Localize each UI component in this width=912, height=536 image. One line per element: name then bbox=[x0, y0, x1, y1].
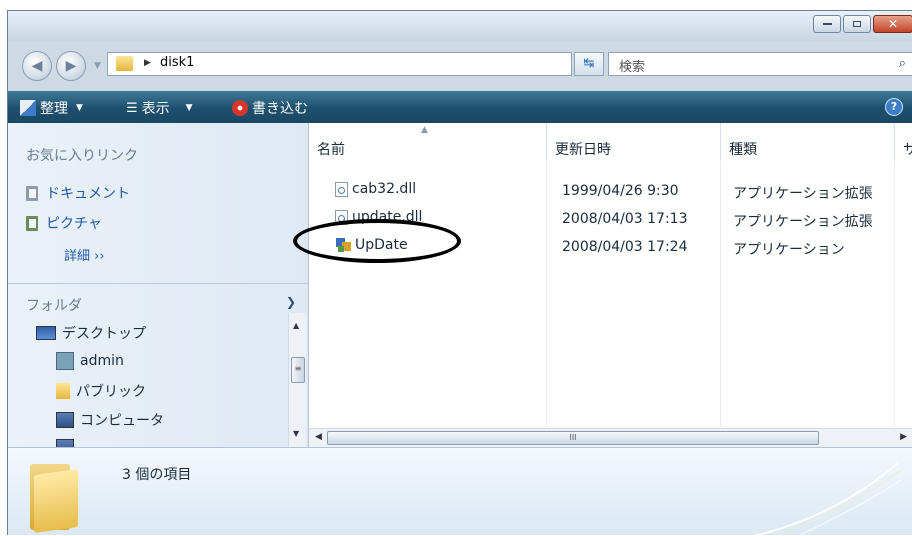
file-list: ▲ 名前 更新日時 種類 サ cab32.dll 1999/04/26 9:30… bbox=[309, 123, 912, 448]
scroll-right-icon[interactable]: ▶ bbox=[900, 432, 907, 442]
favorite-links-heading: お気に入りリンク bbox=[26, 148, 138, 164]
nav-link-pictures[interactable]: ピクチャ bbox=[26, 213, 102, 233]
column-header-size[interactable]: サ bbox=[895, 123, 912, 161]
file-list-horizontal-scrollbar[interactable]: ◀ III ▶ bbox=[309, 428, 912, 448]
file-modified: 1999/04/26 9:30 bbox=[562, 183, 679, 199]
column-divider bbox=[546, 161, 547, 427]
navigation-pane: お気に入りリンク ドキュメント ピクチャ 詳細 ›› フォルダ ❯ デスクトップ… bbox=[8, 123, 309, 447]
computer-icon bbox=[56, 412, 74, 428]
folders-heading[interactable]: フォルダ bbox=[26, 295, 82, 315]
tree-item-desktop[interactable]: デスクトップ bbox=[36, 323, 146, 343]
command-bar: 整理 ▼ ☰ 表示 ▼ 書き込む ? bbox=[8, 91, 912, 123]
organize-label: 整理 bbox=[40, 101, 68, 117]
file-modified: 2008/04/03 17:24 bbox=[562, 239, 688, 255]
column-header-name[interactable]: ▲ 名前 bbox=[309, 123, 547, 161]
organize-button[interactable]: 整理 ▼ bbox=[20, 98, 83, 118]
history-dropdown-icon[interactable]: ▼ bbox=[94, 61, 101, 71]
more-links[interactable]: 詳細 ›› bbox=[64, 245, 105, 264]
folder-icon bbox=[116, 56, 133, 71]
maximize-icon bbox=[853, 21, 861, 27]
column-header-label: 名前 bbox=[317, 142, 345, 158]
folder-tree-scrollbar[interactable]: ▲ ≡ ▼ bbox=[288, 313, 306, 447]
organize-icon bbox=[20, 100, 36, 116]
column-divider bbox=[894, 161, 895, 427]
column-header-modified[interactable]: 更新日時 bbox=[547, 123, 721, 161]
search-input[interactable]: 検索 ⌕ bbox=[608, 52, 912, 76]
decorative-swoosh bbox=[752, 462, 902, 535]
tree-item-admin[interactable]: admin bbox=[56, 352, 124, 370]
breadcrumb-path[interactable]: disk1 bbox=[160, 55, 194, 70]
tree-item-public[interactable]: パブリック bbox=[56, 381, 146, 401]
nav-link-label: ピクチャ bbox=[46, 216, 102, 232]
annotation-ellipse bbox=[293, 219, 461, 263]
minimize-icon bbox=[822, 23, 832, 25]
item-count: 3 個の項目 bbox=[122, 467, 192, 483]
tree-item-label: コンピュータ bbox=[80, 413, 164, 429]
views-label: 表示 bbox=[141, 101, 170, 117]
nav-link-documents[interactable]: ドキュメント bbox=[26, 183, 130, 203]
address-row: ◀ ▶ ▼ ▶ disk1 ▼ ↹ 検索 ⌕ bbox=[8, 41, 912, 91]
scroll-thumb[interactable]: ≡ bbox=[291, 357, 305, 383]
scroll-up-icon[interactable]: ▲ bbox=[293, 321, 299, 330]
file-type: アプリケーション拡張 bbox=[733, 214, 873, 230]
burn-button[interactable]: 書き込む bbox=[232, 98, 308, 118]
refresh-button[interactable]: ↹ bbox=[574, 52, 604, 76]
sort-ascending-icon: ▲ bbox=[421, 125, 428, 135]
search-placeholder: 検索 bbox=[619, 60, 646, 75]
column-header-label: 種類 bbox=[729, 142, 757, 158]
help-icon[interactable]: ? bbox=[885, 98, 903, 116]
forward-button[interactable]: ▶ bbox=[56, 51, 86, 81]
dll-icon bbox=[335, 181, 348, 197]
title-bar: ✕ bbox=[8, 11, 912, 41]
desktop-icon bbox=[36, 326, 56, 340]
minimize-button[interactable] bbox=[813, 15, 841, 33]
file-type: アプリケーション bbox=[733, 242, 845, 258]
scroll-left-icon[interactable]: ◀ bbox=[315, 432, 322, 442]
divider bbox=[8, 283, 308, 284]
maximize-button[interactable] bbox=[843, 15, 871, 33]
column-header-label: 更新日時 bbox=[555, 142, 611, 158]
views-button[interactable]: ☰ 表示 ▼ bbox=[126, 98, 193, 118]
close-button[interactable]: ✕ bbox=[873, 15, 912, 33]
back-arrow-icon: ◀ bbox=[31, 58, 43, 74]
forward-arrow-icon: ▶ bbox=[65, 58, 77, 74]
tree-item-label: デスクトップ bbox=[62, 326, 146, 342]
document-icon bbox=[26, 185, 38, 201]
pictures-icon bbox=[26, 215, 38, 231]
tree-item-label: admin bbox=[80, 353, 124, 369]
folder-icon bbox=[56, 383, 70, 399]
file-row-name[interactable]: cab32.dll bbox=[335, 181, 416, 197]
tree-item-network[interactable] bbox=[56, 439, 74, 447]
file-modified: 2008/04/03 17:13 bbox=[562, 211, 688, 227]
scroll-thumb[interactable]: III bbox=[327, 431, 819, 445]
large-folder-icon bbox=[30, 458, 84, 534]
breadcrumb-arrow-icon[interactable]: ▶ bbox=[144, 58, 151, 68]
address-bar[interactable]: ▶ disk1 ▼ bbox=[107, 52, 656, 78]
details-pane: 3 個の項目 bbox=[8, 447, 912, 535]
user-folder-icon bbox=[56, 352, 74, 370]
column-header-label: サ bbox=[903, 142, 912, 158]
window-controls: ✕ bbox=[813, 15, 912, 33]
nav-link-label: ドキュメント bbox=[46, 186, 130, 202]
refresh-icon: ↹ bbox=[583, 56, 595, 71]
column-header-type[interactable]: 種類 bbox=[721, 123, 895, 161]
back-button[interactable]: ◀ bbox=[22, 51, 52, 81]
search-icon[interactable]: ⌕ bbox=[899, 56, 906, 71]
burn-label: 書き込む bbox=[252, 101, 308, 117]
tree-item-computer[interactable]: コンピュータ bbox=[56, 410, 164, 430]
file-name: cab32.dll bbox=[352, 181, 417, 197]
column-divider bbox=[720, 161, 721, 427]
explorer-window: ✕ ◀ ▶ ▼ ▶ disk1 ▼ ↹ 検索 ⌕ 整理 ▼ ☰ 表示 ▼ bbox=[7, 10, 912, 535]
close-icon: ✕ bbox=[887, 17, 899, 31]
network-icon bbox=[56, 439, 74, 447]
views-icon: ☰ bbox=[126, 100, 138, 116]
scroll-grip: III bbox=[569, 433, 577, 442]
chevron-down-icon: ▼ bbox=[185, 103, 193, 113]
file-type: アプリケーション拡張 bbox=[733, 186, 873, 202]
burn-disc-icon bbox=[232, 100, 248, 116]
tree-item-label: パブリック bbox=[76, 384, 146, 400]
scroll-down-icon[interactable]: ▼ bbox=[293, 429, 299, 438]
chevron-down-icon: ▼ bbox=[76, 103, 83, 113]
chevron-down-icon[interactable]: ❯ bbox=[286, 295, 296, 309]
